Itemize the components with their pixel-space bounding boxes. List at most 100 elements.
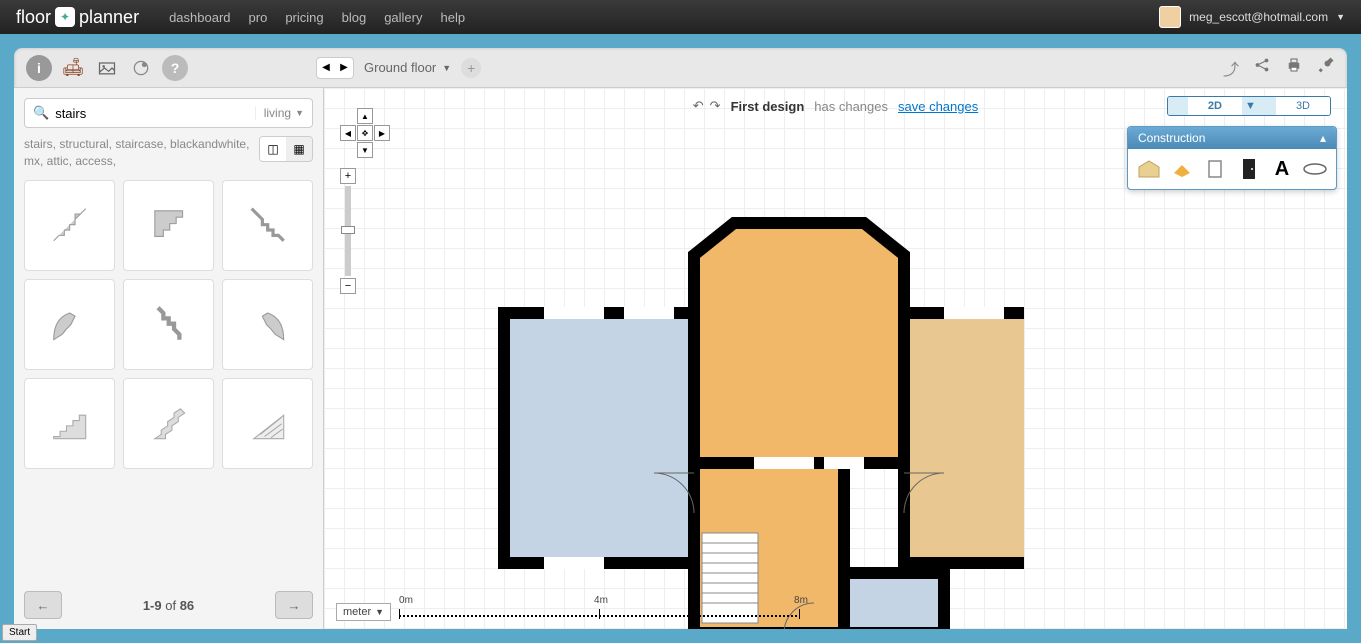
floor-arrows: ◀ ▶ — [316, 57, 354, 79]
floor-selector[interactable]: Ground floor ▼ — [364, 60, 451, 75]
chevron-down-icon: ▼ — [375, 607, 384, 617]
user-menu[interactable]: meg_escott@hotmail.com ▼ — [1159, 6, 1345, 28]
pager: ← 1-9 of 86 → — [24, 581, 313, 619]
search-input[interactable] — [55, 106, 255, 121]
info-button[interactable]: i — [26, 55, 52, 81]
stair-item[interactable] — [24, 279, 115, 370]
view-switch: 2D ▼ 3D — [1167, 96, 1331, 116]
view-3d-button[interactable]: 3D — [1276, 97, 1330, 115]
zoom-slider[interactable] — [345, 186, 351, 276]
settings-button[interactable] — [128, 55, 154, 81]
door-tool[interactable] — [1235, 155, 1263, 183]
undo-button[interactable]: ↶ — [693, 98, 704, 114]
pan-left[interactable]: ◀ — [340, 125, 356, 141]
nav-pricing[interactable]: pricing — [285, 10, 323, 25]
pan-up[interactable]: ▲ — [357, 108, 373, 124]
photo-button[interactable] — [94, 55, 120, 81]
print-button[interactable] — [1285, 56, 1303, 80]
chevron-down-icon: ▼ — [442, 63, 451, 73]
share-button[interactable] — [1253, 56, 1271, 80]
next-floor-button[interactable]: ▶ — [335, 58, 353, 78]
furniture-button[interactable]: 🛋 — [60, 55, 86, 81]
wrench-icon — [1317, 56, 1335, 74]
surface-tool[interactable] — [1168, 155, 1196, 183]
floor-navigation: ◀ ▶ Ground floor ▼ + — [316, 57, 481, 79]
page-info: 1-9 of 86 — [143, 598, 194, 613]
stair-item[interactable] — [123, 279, 214, 370]
pan-center[interactable]: ✥ — [357, 125, 373, 141]
tools-button[interactable] — [1317, 56, 1335, 80]
dimension-tool[interactable] — [1301, 155, 1329, 183]
page-total: 86 — [180, 598, 194, 613]
main-nav: dashboard pro pricing blog gallery help — [169, 10, 465, 25]
add-floor-button[interactable]: + — [461, 58, 481, 78]
zoom-control: + − — [340, 168, 356, 294]
prev-floor-button[interactable]: ◀ — [317, 58, 335, 78]
save-link[interactable]: save changes — [898, 99, 978, 114]
changes-label: has changes — [814, 99, 888, 114]
zoom-out-button[interactable]: − — [340, 278, 356, 294]
pan-down[interactable]: ▼ — [357, 142, 373, 158]
view-toggle: ◫ ▦ — [259, 136, 313, 162]
unit-label: meter — [343, 606, 371, 618]
unit-selector[interactable]: meter ▼ — [336, 603, 391, 621]
stair-item[interactable] — [222, 180, 313, 271]
panel-container: i 🛋 ? ◀ ▶ Ground floor ▼ + ⤴ — [14, 48, 1347, 629]
design-name: First design — [731, 99, 805, 114]
view-3d-toggle[interactable]: ◫ — [260, 137, 286, 161]
wall-tool[interactable] — [1201, 155, 1229, 183]
floor-plan-drawing[interactable] — [404, 173, 1024, 629]
pan-control: ▲ ◀✥▶ ▼ + − — [340, 108, 390, 294]
stair-item[interactable] — [24, 378, 115, 469]
ruler-tick-2: 8m — [794, 595, 808, 606]
ruler: 0m 4m 8m — [399, 605, 799, 619]
page-of: of — [165, 598, 176, 613]
help-button[interactable]: ? — [162, 55, 188, 81]
pan-right[interactable]: ▶ — [374, 125, 390, 141]
export-button[interactable]: ⤴ — [1223, 56, 1239, 80]
construction-header[interactable]: Construction ▴ — [1128, 127, 1336, 149]
construction-tools: A — [1128, 149, 1336, 189]
stair-item[interactable] — [222, 378, 313, 469]
undo-redo: ↶ ↷ — [693, 98, 721, 114]
canvas[interactable]: ↶ ↷ First design has changes save change… — [324, 88, 1347, 629]
ruler-tick-1: 4m — [594, 595, 608, 606]
nav-pro[interactable]: pro — [249, 10, 268, 25]
floor-name-label: Ground floor — [364, 60, 436, 75]
category-selector[interactable]: living ▼ — [255, 106, 304, 120]
prev-page-button[interactable]: ← — [24, 591, 62, 619]
tags-row: stairs, structural, staircase, blackandw… — [24, 136, 313, 170]
tag-list: stairs, structural, staircase, blackandw… — [24, 136, 251, 170]
view-2d-toggle[interactable]: ▦ — [286, 137, 312, 161]
stair-item[interactable] — [222, 279, 313, 370]
zoom-in-button[interactable]: + — [340, 168, 356, 184]
print-icon — [1285, 56, 1303, 74]
logo-text-suffix: planner — [79, 7, 139, 28]
view-2d-button[interactable]: 2D ▼ — [1168, 97, 1276, 115]
right-toolbar: ⤴ — [1223, 56, 1335, 80]
collapse-icon: ▴ — [1320, 131, 1326, 145]
stair-item[interactable] — [123, 180, 214, 271]
workspace: i 🛋 ? ◀ ▶ Ground floor ▼ + ⤴ — [0, 34, 1361, 643]
stair-item[interactable] — [24, 180, 115, 271]
logo[interactable]: floor ✦ planner — [16, 7, 139, 28]
stair-item[interactable] — [123, 378, 214, 469]
wrench-icon — [131, 58, 151, 78]
main-toolbar: i 🛋 ? ◀ ▶ Ground floor ▼ + ⤴ — [14, 48, 1347, 88]
user-email: meg_escott@hotmail.com — [1189, 10, 1328, 24]
category-label: living — [264, 106, 291, 120]
room-tool[interactable] — [1135, 155, 1163, 183]
nav-help[interactable]: help — [440, 10, 465, 25]
library-sidebar: 🔍 living ▼ stairs, structural, staircase… — [14, 88, 324, 629]
zoom-thumb[interactable] — [341, 226, 355, 234]
nav-gallery[interactable]: gallery — [384, 10, 422, 25]
text-tool[interactable]: A — [1268, 155, 1296, 183]
nav-dashboard[interactable]: dashboard — [169, 10, 230, 25]
redo-button[interactable]: ↷ — [710, 98, 721, 114]
logo-text-prefix: floor — [16, 7, 51, 28]
item-grid — [24, 180, 313, 581]
next-page-button[interactable]: → — [275, 591, 313, 619]
nav-blog[interactable]: blog — [342, 10, 367, 25]
search-row: 🔍 living ▼ — [24, 98, 313, 128]
start-button[interactable]: Start — [2, 624, 37, 641]
